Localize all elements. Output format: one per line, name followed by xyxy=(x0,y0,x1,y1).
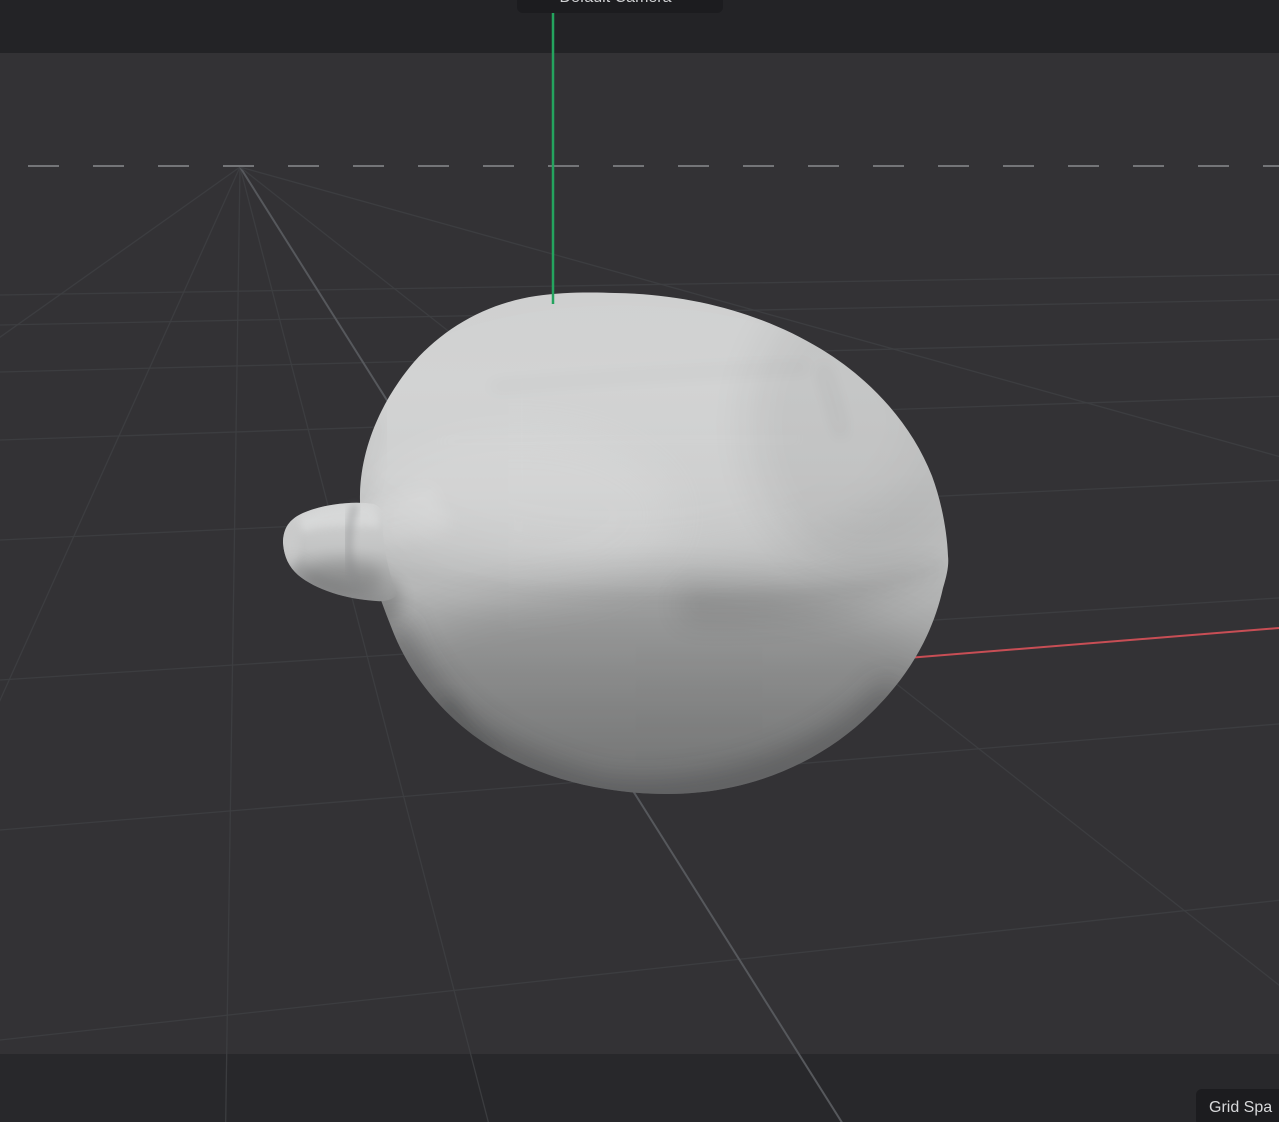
viewport-3d[interactable]: Default Camera Grid Spa xyxy=(0,0,1279,1122)
camera-selector-chip[interactable]: Default Camera xyxy=(517,0,723,13)
grid-spacing-chip[interactable]: Grid Spa xyxy=(1196,1089,1279,1122)
bottom-statusbar-region xyxy=(0,1054,1279,1122)
grid-spacing-label: Grid Spa xyxy=(1209,1100,1272,1116)
camera-selector-label: Default Camera xyxy=(559,0,671,6)
scene-canvas[interactable] xyxy=(0,0,1279,1122)
